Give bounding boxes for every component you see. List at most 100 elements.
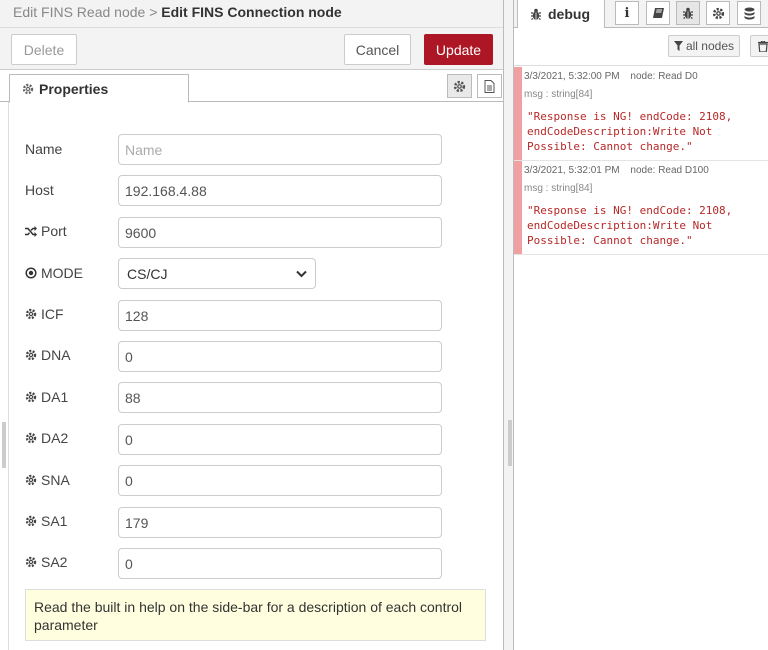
gear-icon xyxy=(712,7,725,20)
gear-icon xyxy=(25,391,37,403)
chevron-down-icon xyxy=(296,270,307,278)
dna-input[interactable] xyxy=(118,341,442,372)
sna-input[interactable] xyxy=(118,465,442,496)
gear-icon xyxy=(25,432,37,444)
sidebar-resize-handle[interactable] xyxy=(508,420,512,466)
port-input[interactable] xyxy=(118,217,442,248)
tab-info[interactable]: i xyxy=(615,1,639,25)
da2-label-text: DA2 xyxy=(41,430,69,446)
help-tip: Read the built in help on the side-bar f… xyxy=(25,589,486,641)
host-label-text: Host xyxy=(25,182,54,198)
message-payload[interactable]: "Response is NG! endCode: 2108, endCodeD… xyxy=(527,109,759,154)
sa1-label: SA1 xyxy=(25,512,67,530)
da1-label-text: DA1 xyxy=(41,389,69,405)
sa2-label: SA2 xyxy=(25,553,67,571)
sa2-input[interactable] xyxy=(118,548,442,579)
breadcrumb-current: Edit FINS Connection node xyxy=(161,4,342,20)
name-input[interactable] xyxy=(118,134,442,165)
cancel-button[interactable]: Cancel xyxy=(344,34,411,65)
sa2-label-text: SA2 xyxy=(41,554,68,570)
filter-icon xyxy=(673,41,683,51)
filter-button-label: all nodes xyxy=(685,39,735,53)
message-timestamp: 3/3/2021, 5:32:00 PM xyxy=(524,71,620,82)
message-payload[interactable]: "Response is NG! endCode: 2108, endCodeD… xyxy=(527,203,759,248)
message-timestamp: 3/3/2021, 5:32:01 PM xyxy=(524,165,620,176)
database-icon xyxy=(744,7,755,20)
sna-label-text: SNA xyxy=(41,472,70,488)
mode-label-text: MODE xyxy=(41,265,83,281)
tab-debug-label: debug xyxy=(548,6,590,22)
icf-input[interactable] xyxy=(118,300,442,331)
port-label: Port xyxy=(25,222,67,240)
message-error-bar xyxy=(514,67,522,160)
gear-icon xyxy=(25,474,37,486)
da2-label: DA2 xyxy=(25,429,68,447)
gear-icon xyxy=(453,80,466,93)
breadcrumb-separator: > xyxy=(149,4,158,20)
host-input[interactable] xyxy=(118,175,442,206)
debug-toolbar: all nodes xyxy=(514,28,768,66)
update-button[interactable]: Update xyxy=(424,34,493,65)
dna-label-text: DNA xyxy=(41,347,71,363)
gear-icon xyxy=(25,308,37,320)
gear-icon xyxy=(25,349,37,361)
dot-circle-icon xyxy=(25,267,37,279)
da2-input[interactable] xyxy=(118,424,442,455)
da1-label: DA1 xyxy=(25,388,68,406)
tab-properties[interactable]: Properties xyxy=(9,74,189,103)
sa1-input[interactable] xyxy=(118,507,442,538)
file-text-icon xyxy=(484,79,495,93)
sidebar-separator[interactable] xyxy=(505,0,513,650)
delete-button[interactable]: Delete xyxy=(11,34,77,65)
dna-label: DNA xyxy=(25,346,71,364)
bug-icon xyxy=(530,8,542,21)
tab-properties-label: Properties xyxy=(39,80,109,97)
mode-select-value: CS/CJ xyxy=(127,265,168,282)
host-label: Host xyxy=(25,181,54,199)
info-icon: i xyxy=(624,5,630,21)
name-label: Name xyxy=(25,140,62,158)
left-resize-handle[interactable] xyxy=(2,422,6,468)
message-meta: 3/3/2021, 5:32:00 PM node: Read D0 xyxy=(524,71,698,82)
gear-icon xyxy=(25,515,37,527)
tab-settings[interactable] xyxy=(447,74,472,98)
icf-label: ICF xyxy=(25,305,64,323)
mode-select[interactable]: CS/CJ xyxy=(118,258,316,289)
message-type: msg : string[84] xyxy=(524,183,593,194)
sidebar-tabs: debug i xyxy=(514,0,768,29)
trash-icon xyxy=(758,40,768,52)
message-node-link[interactable]: node: Read D0 xyxy=(630,71,697,82)
editor-toolbar: Delete Cancel Update xyxy=(0,28,503,70)
message-meta: 3/3/2021, 5:32:01 PM node: Read D100 xyxy=(524,165,709,176)
breadcrumb-parent[interactable]: Edit FINS Read node xyxy=(13,4,145,20)
tab-description[interactable] xyxy=(477,74,502,98)
book-icon xyxy=(652,7,665,19)
mode-label: MODE xyxy=(25,264,83,282)
message-error-bar xyxy=(514,161,522,254)
port-label-text: Port xyxy=(41,223,67,239)
debug-message: 3/3/2021, 5:32:00 PM node: Read D0 msg :… xyxy=(514,67,768,161)
tab-debug-icon[interactable] xyxy=(676,1,700,25)
gear-icon xyxy=(22,83,34,95)
message-node-link[interactable]: node: Read D100 xyxy=(630,165,708,176)
sa1-label-text: SA1 xyxy=(41,513,68,529)
random-icon xyxy=(25,225,37,237)
da1-input[interactable] xyxy=(118,382,442,413)
tab-help[interactable] xyxy=(646,1,670,25)
breadcrumb: Edit FINS Read node > Edit FINS Connecti… xyxy=(13,4,342,20)
tab-config-nodes[interactable] xyxy=(706,1,730,25)
filter-button[interactable]: all nodes xyxy=(668,35,740,57)
message-type: msg : string[84] xyxy=(524,89,593,100)
name-label-text: Name xyxy=(25,141,63,157)
tab-context-data[interactable] xyxy=(737,1,761,25)
clear-log-button[interactable] xyxy=(750,35,768,57)
debug-message: 3/3/2021, 5:32:01 PM node: Read D100 msg… xyxy=(514,161,768,255)
editor-tabs: Properties xyxy=(0,70,503,103)
icf-label-text: ICF xyxy=(41,306,64,322)
edit-tray: Edit FINS Read node > Edit FINS Connecti… xyxy=(0,0,504,650)
tab-debug[interactable]: debug xyxy=(517,0,605,29)
debug-sidebar: debug i all nodes 3/3/2021, 5:32:00 PM n… xyxy=(513,0,768,650)
editor-header: Edit FINS Read node > Edit FINS Connecti… xyxy=(0,0,503,28)
sna-label: SNA xyxy=(25,471,70,489)
gear-icon xyxy=(25,556,37,568)
